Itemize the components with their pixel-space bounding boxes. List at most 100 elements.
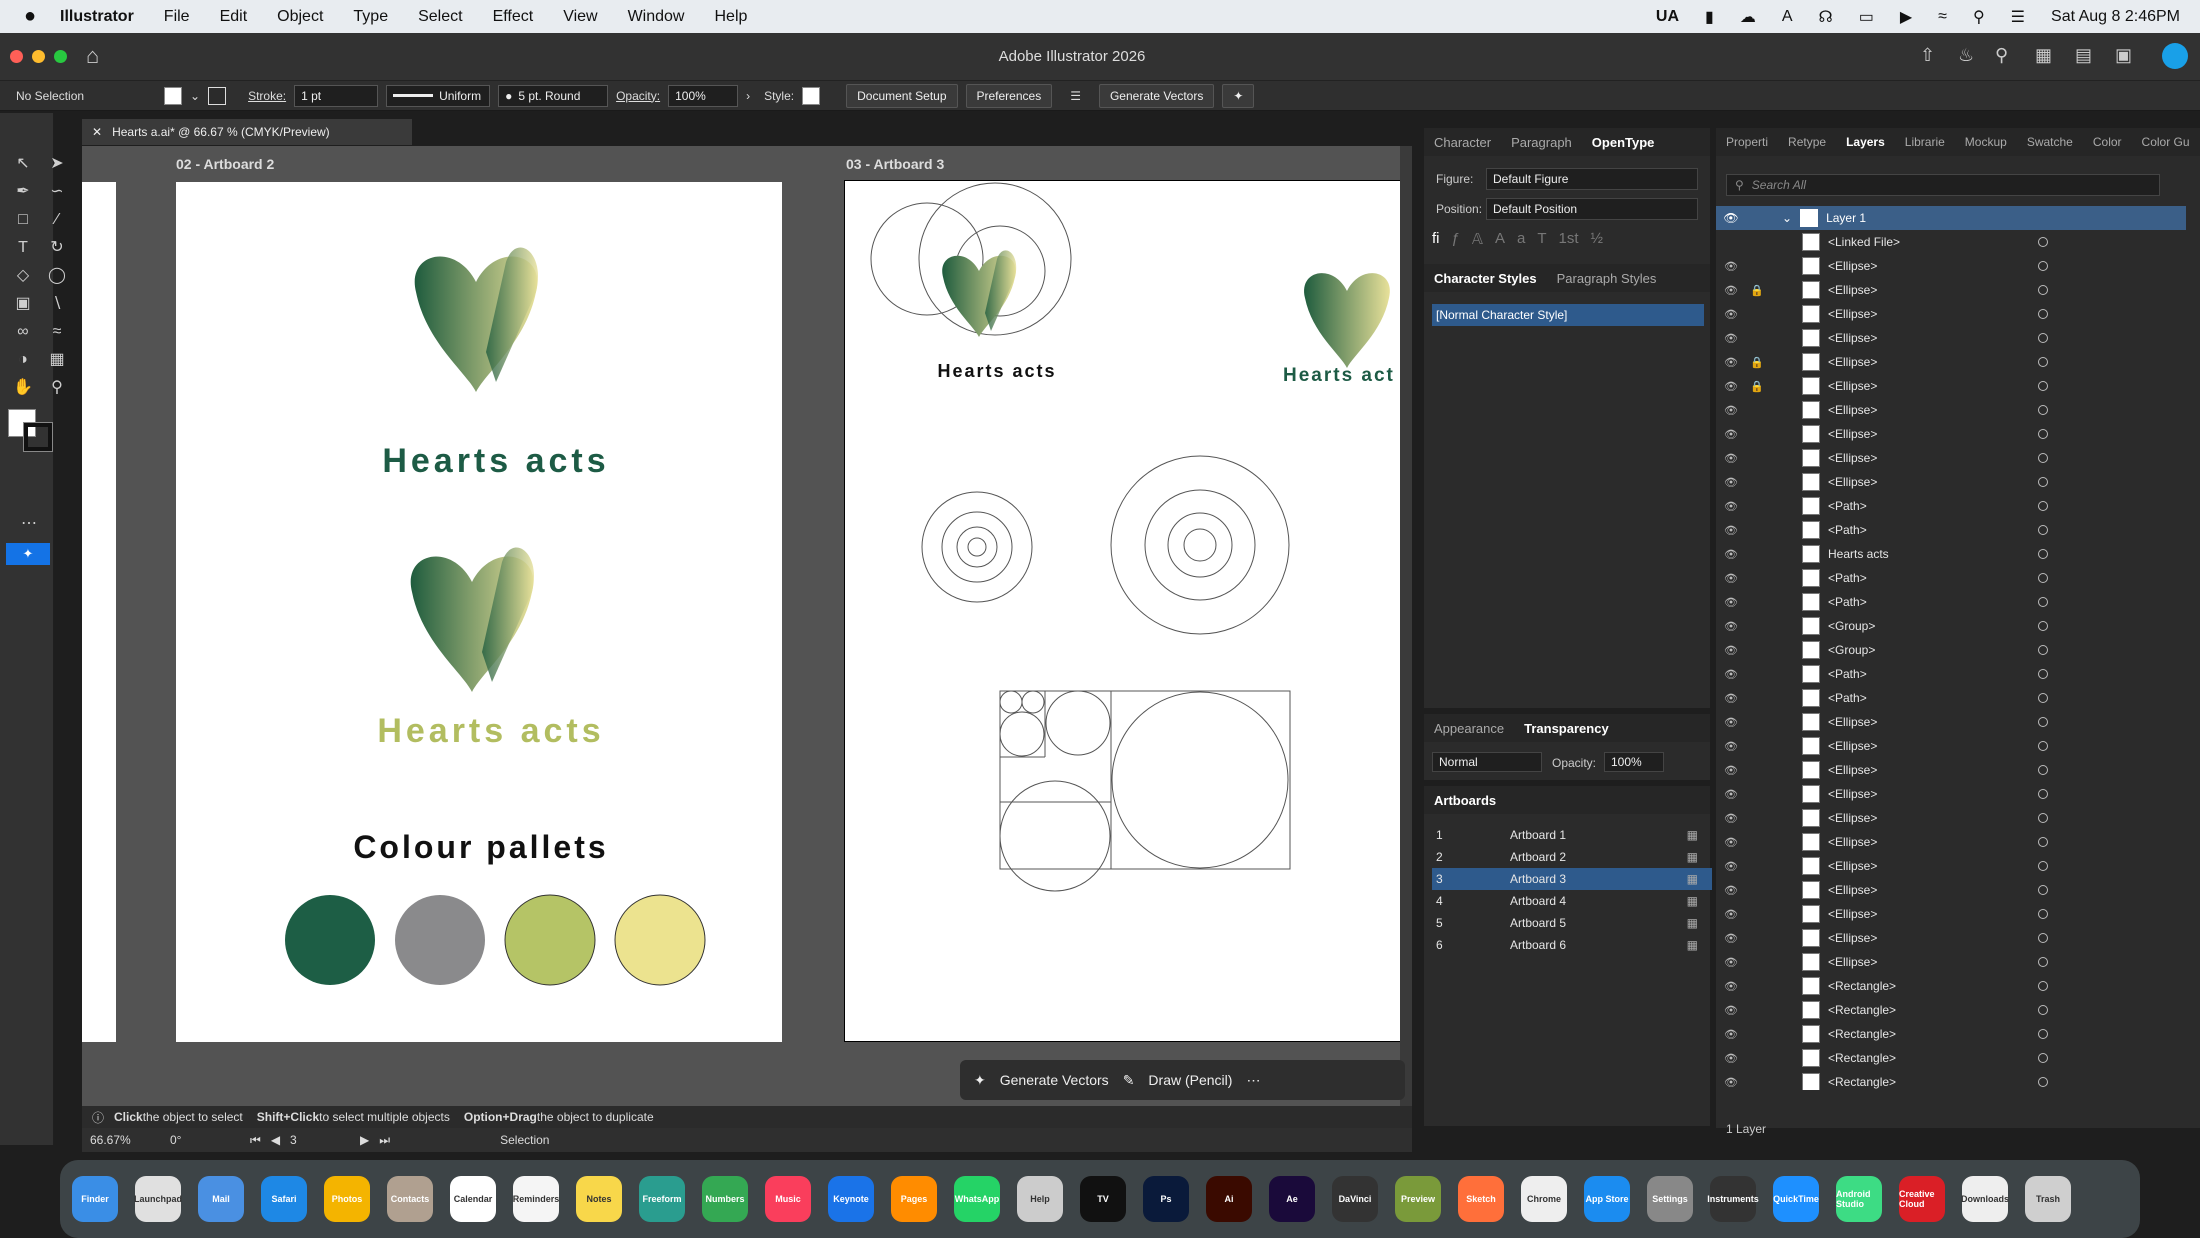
visibility-icon[interactable]: 👁 xyxy=(1716,308,1746,321)
target-icon[interactable] xyxy=(2038,837,2048,847)
tv-icon[interactable]: TV xyxy=(1080,1176,1126,1222)
arrange-icon[interactable]: ▤ xyxy=(2075,45,2092,66)
layer-item-name[interactable]: <Ellipse> xyxy=(1828,859,1877,873)
cloud-icon[interactable]: ☁ xyxy=(1740,7,1756,27)
artboard-options-icon[interactable]: ▦ xyxy=(1687,938,1698,952)
layer-item-name[interactable]: Hearts acts xyxy=(1828,547,1889,561)
target-icon[interactable] xyxy=(2038,741,2048,751)
reminders-icon[interactable]: Reminders xyxy=(513,1176,559,1222)
layer-item[interactable]: 👁 Hearts acts xyxy=(1716,542,2086,566)
opacity-input[interactable]: 100% xyxy=(668,84,739,107)
target-icon[interactable] xyxy=(2038,669,2048,679)
numbers-icon[interactable]: Numbers xyxy=(702,1176,748,1222)
eyedropper-tool-icon[interactable]: ∖ xyxy=(46,293,68,315)
menu-type[interactable]: Type xyxy=(353,8,388,26)
chrome-icon[interactable]: Chrome xyxy=(1521,1176,1567,1222)
artboard-row[interactable]: 2 Artboard 2 ▦ xyxy=(1432,846,1712,868)
layer-item-name[interactable]: <Rectangle> xyxy=(1828,1003,1896,1017)
menu-effect[interactable]: Effect xyxy=(493,8,534,26)
artboard-row[interactable]: 5 Artboard 5 ▦ xyxy=(1432,912,1712,934)
layer-item[interactable]: 👁 <Rectangle> xyxy=(1716,1046,2086,1070)
target-icon[interactable] xyxy=(2038,429,2048,439)
discover-icon[interactable]: ▣ xyxy=(2115,45,2132,66)
layer-item-name[interactable]: <Rectangle> xyxy=(1828,1027,1896,1041)
layer-item[interactable]: 👁 <Ellipse> xyxy=(1716,446,2086,470)
artboard-tool-icon[interactable]: ▦ xyxy=(46,349,68,371)
target-icon[interactable] xyxy=(2038,981,2048,991)
calendar-icon[interactable]: Calendar xyxy=(450,1176,496,1222)
target-icon[interactable] xyxy=(2038,381,2048,391)
instruments-icon[interactable]: Instruments xyxy=(1707,1176,1759,1222)
magic-icon[interactable]: ✦ xyxy=(1222,83,1255,108)
visibility-icon[interactable]: 👁 xyxy=(1716,452,1746,465)
control-center-icon[interactable]: ☰ xyxy=(2011,7,2025,27)
layer-item[interactable]: 👁 <Ellipse> xyxy=(1716,422,2086,446)
visibility-icon[interactable]: 👁 xyxy=(1716,860,1746,873)
ligatures-icon[interactable]: fi xyxy=(1432,230,1440,248)
lasso-tool-icon[interactable]: ◯ xyxy=(46,265,68,287)
layer-item[interactable]: 👁 <Path> xyxy=(1716,566,2086,590)
target-icon[interactable] xyxy=(2038,453,2048,463)
visibility-icon[interactable]: 👁 xyxy=(1716,932,1746,945)
input-source[interactable]: UA xyxy=(1656,8,1679,26)
tab-appearance[interactable]: Appearance xyxy=(1424,721,1514,736)
tab-opentype[interactable]: OpenType xyxy=(1582,135,1665,150)
layer-item[interactable]: 👁 <Ellipse> xyxy=(1716,854,2086,878)
layer-item-name[interactable]: <Path> xyxy=(1828,571,1867,585)
artboard-options-icon[interactable]: ▦ xyxy=(1687,916,1698,930)
target-icon[interactable] xyxy=(2038,885,2048,895)
position-select[interactable]: Default Position xyxy=(1486,198,1698,220)
target-icon[interactable] xyxy=(2038,909,2048,919)
target-icon[interactable] xyxy=(2038,621,2048,631)
target-icon[interactable] xyxy=(2038,261,2048,271)
freeform-icon[interactable]: Freeform xyxy=(639,1176,685,1222)
stroke-swatch[interactable] xyxy=(208,86,227,105)
layer-item[interactable]: 👁 <Path> xyxy=(1716,662,2086,686)
target-icon[interactable] xyxy=(2038,309,2048,319)
notes-icon[interactable]: Notes xyxy=(576,1176,622,1222)
layer-item[interactable]: 👁 <Ellipse> xyxy=(1716,710,2086,734)
layer-item-name[interactable]: <Ellipse> xyxy=(1828,283,1877,297)
layer-item-name[interactable]: <Ellipse> xyxy=(1828,955,1877,969)
rotate-tool-icon[interactable]: ↻ xyxy=(46,237,68,259)
layer-item-name[interactable]: <Group> xyxy=(1828,619,1875,633)
target-icon[interactable] xyxy=(2038,285,2048,295)
target-icon[interactable] xyxy=(2038,501,2048,511)
more-tools-icon[interactable]: ⋯ xyxy=(18,513,40,535)
tab-properties[interactable]: Properti xyxy=(1716,135,1778,149)
visibility-icon[interactable]: 👁 xyxy=(1716,332,1746,345)
layer-item-name[interactable]: <Path> xyxy=(1828,691,1867,705)
layer-item[interactable]: 👁 <Rectangle> xyxy=(1716,1022,2086,1046)
chevron-down-icon[interactable]: ⌄ xyxy=(190,89,200,103)
visibility-icon[interactable]: 👁 xyxy=(1716,404,1746,417)
first-artboard-icon[interactable]: ⏮ xyxy=(250,1133,261,1148)
whatsapp-icon[interactable]: WhatsApp xyxy=(954,1176,1000,1222)
artboard-field[interactable]: 3 xyxy=(290,1133,350,1147)
layer-item-name[interactable]: <Path> xyxy=(1828,595,1867,609)
visibility-icon[interactable]: 👁 xyxy=(1716,620,1746,633)
target-icon[interactable] xyxy=(2038,693,2048,703)
last-artboard-icon[interactable]: ⏭ xyxy=(379,1133,390,1148)
layer-item-name[interactable]: <Rectangle> xyxy=(1828,979,1896,993)
layer-item[interactable]: 👁 <Ellipse> xyxy=(1716,878,2086,902)
visibility-icon[interactable]: 👁 xyxy=(1716,476,1746,489)
next-artboard-icon[interactable]: ▶ xyxy=(360,1133,369,1147)
selection-tool-icon[interactable]: ↖ xyxy=(12,153,34,175)
stroke-weight-input[interactable]: 1 pt xyxy=(294,84,379,107)
ae-icon[interactable]: Ae xyxy=(1269,1176,1315,1222)
target-icon[interactable] xyxy=(2038,1077,2048,1087)
tab-character-styles[interactable]: Character Styles xyxy=(1424,271,1547,286)
visibility-icon[interactable]: 👁 xyxy=(1716,692,1746,705)
artboard-options-icon[interactable]: ▦ xyxy=(1687,894,1698,908)
brush-select[interactable]: ● 5 pt. Round xyxy=(498,84,609,107)
layer-item-name[interactable]: <Ellipse> xyxy=(1828,931,1877,945)
tab-layers[interactable]: Layers xyxy=(1836,135,1895,149)
target-icon[interactable] xyxy=(2038,717,2048,727)
layer-item-name[interactable]: <Path> xyxy=(1828,499,1867,513)
generate-vectors-button[interactable]: Generate Vectors xyxy=(1098,83,1215,108)
target-icon[interactable] xyxy=(2038,1053,2048,1063)
layer-row-layer1[interactable]: 👁 ⌄ Layer 1 xyxy=(1716,206,2186,230)
tab-paragraph[interactable]: Paragraph xyxy=(1501,135,1582,150)
magic-icon[interactable]: ✦ xyxy=(974,1072,986,1089)
layer-item-name[interactable]: <Ellipse> xyxy=(1828,331,1877,345)
